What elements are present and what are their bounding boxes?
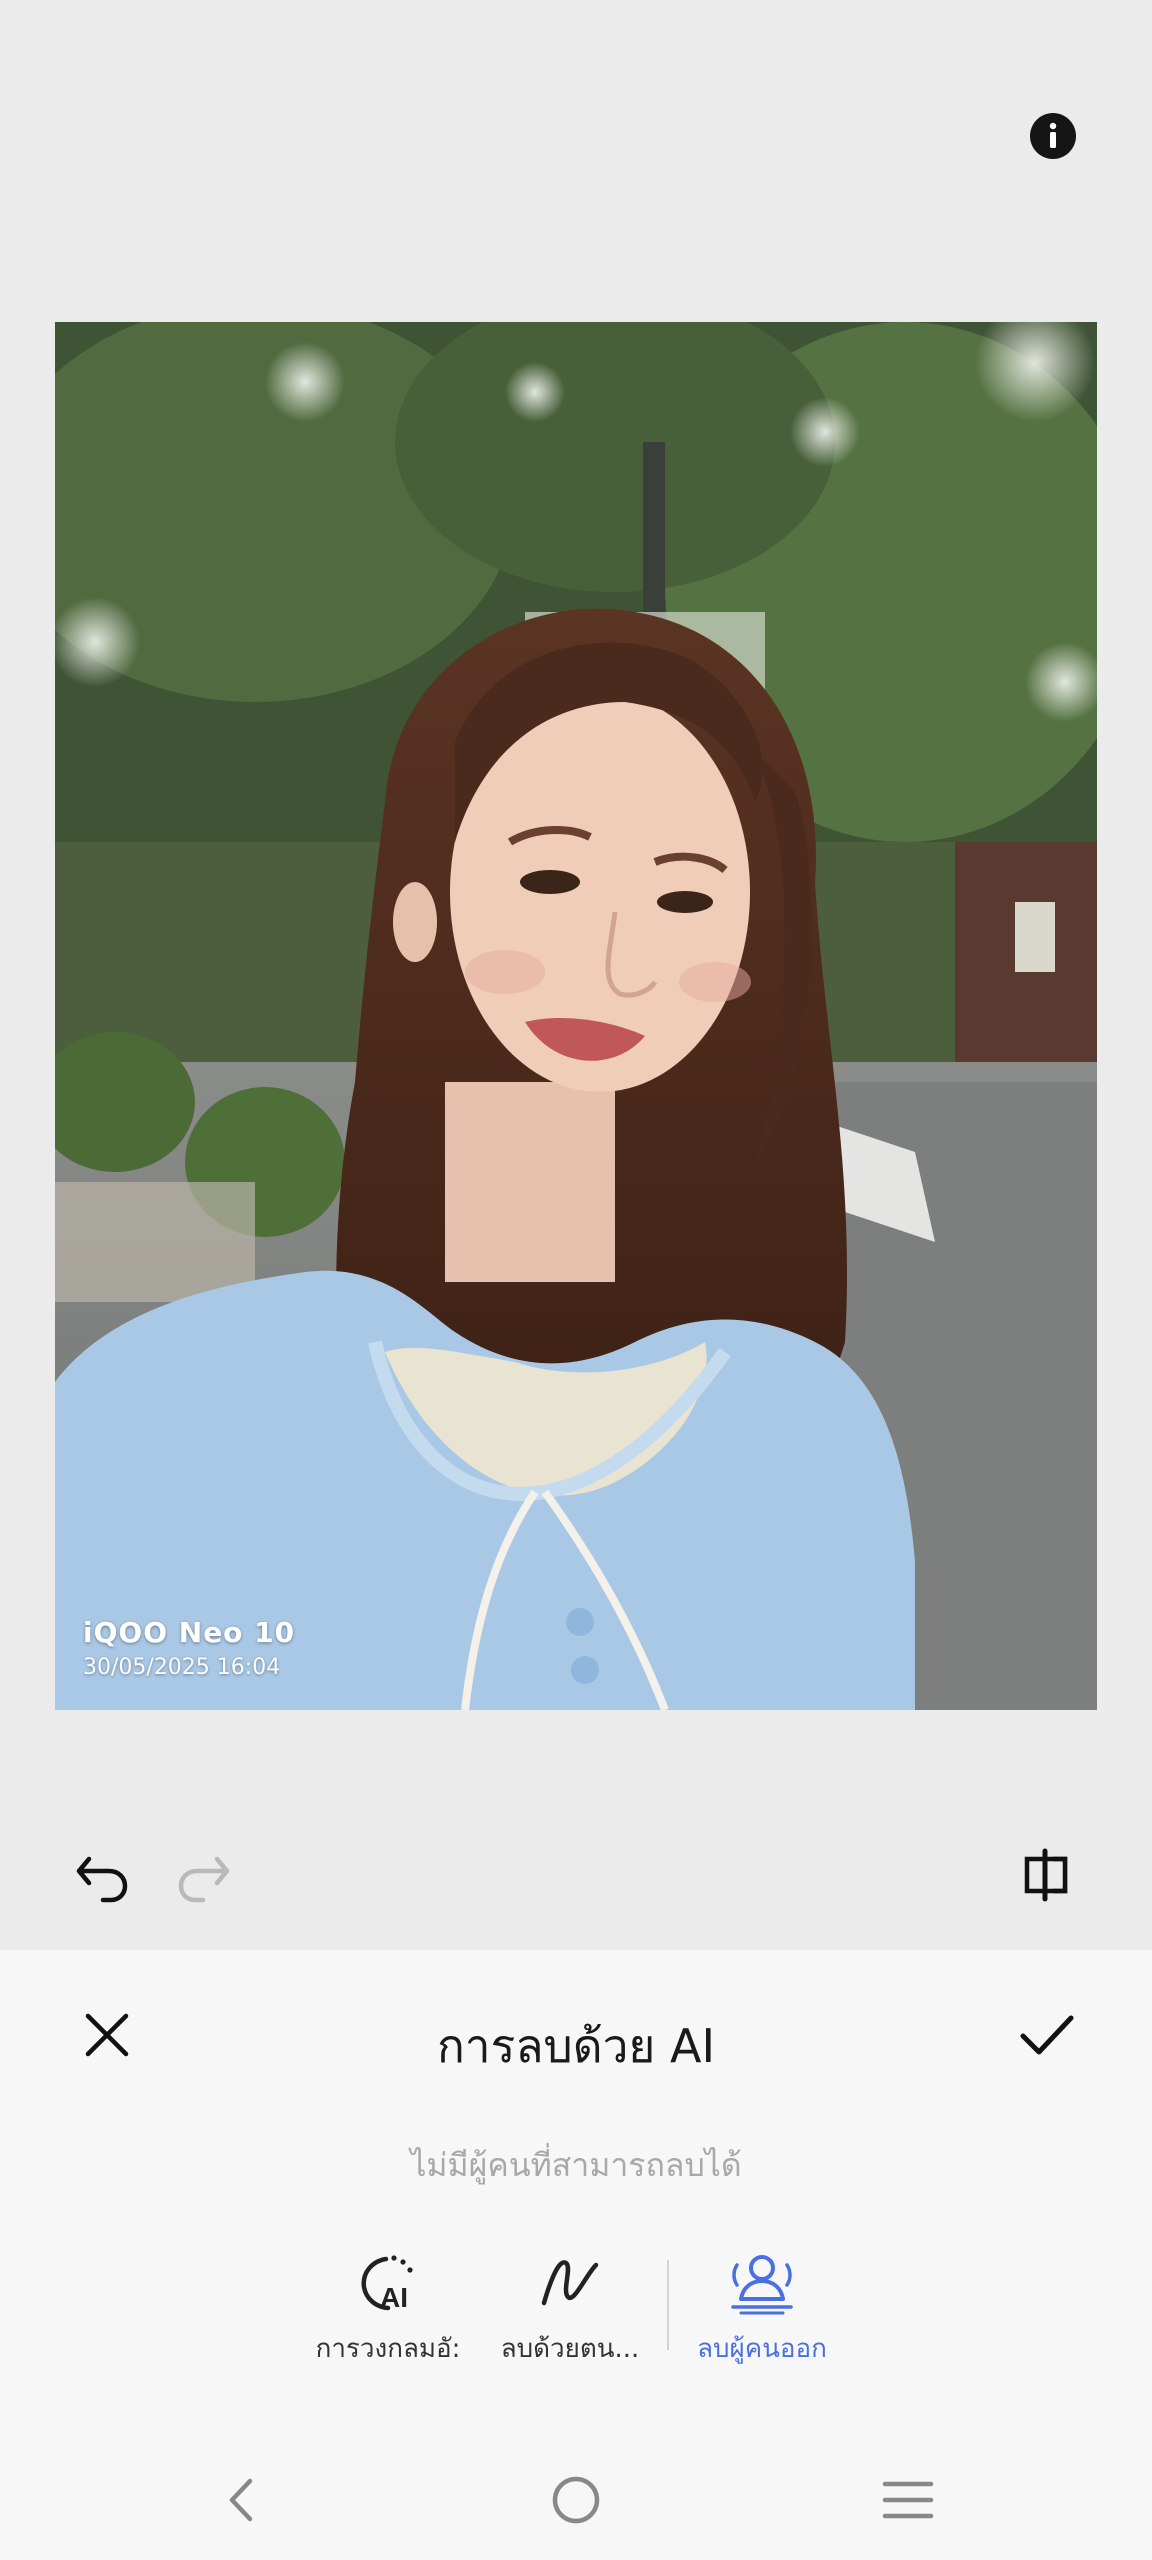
status-message: ไม่มีผู้คนที่สามารถลบได้ bbox=[410, 2146, 742, 2184]
mode-label: การวงกลมอั: bbox=[315, 2334, 461, 2364]
watermark-date: 30/05/2025 16:04 bbox=[83, 1655, 281, 1680]
photo-editor-screen: iQOO Neo 10 30/05/2025 16:04 การลบด้วย A… bbox=[0, 0, 1152, 2560]
undo-icon bbox=[76, 1856, 128, 1903]
mode-remove-people[interactable]: ลบผู้คนออก bbox=[672, 2248, 852, 2369]
mode-manual-erase[interactable]: ลบด้วยตน... bbox=[480, 2248, 660, 2369]
manual-erase-icon bbox=[541, 2260, 599, 2306]
menu-icon bbox=[882, 2481, 934, 2519]
photo-watermark: iQOO Neo 10 30/05/2025 16:04 bbox=[83, 1616, 295, 1680]
back-icon bbox=[229, 2478, 253, 2522]
mode-divider bbox=[667, 2260, 669, 2350]
compare-button[interactable] bbox=[1012, 1840, 1082, 1910]
confirm-button[interactable] bbox=[1012, 2000, 1082, 2070]
remove-people-icon bbox=[731, 2255, 793, 2315]
redo-button[interactable] bbox=[168, 1840, 238, 1910]
check-icon bbox=[1020, 2015, 1074, 2055]
watermark-brand: iQOO Neo 10 bbox=[83, 1616, 296, 1649]
nav-back-button[interactable] bbox=[202, 2460, 282, 2540]
compare-icon bbox=[1024, 1848, 1068, 1902]
ai-circle-icon: AI bbox=[361, 2255, 413, 2313]
mode-label: ลบด้วยตน... bbox=[500, 2334, 640, 2364]
portrait-image bbox=[55, 322, 1097, 1710]
info-button[interactable] bbox=[1030, 113, 1076, 159]
mode-ai-circle[interactable]: AI การวงกลมอั: bbox=[298, 2248, 478, 2369]
panel-title: การลบด้วย AI bbox=[436, 2019, 716, 2073]
nav-home-button[interactable] bbox=[536, 2460, 616, 2540]
info-icon bbox=[1049, 122, 1057, 148]
redo-icon bbox=[178, 1856, 230, 1903]
ai-erase-panel: การลบด้วย AI ไม่มีผู้คนที่สามารถลบได้ AI… bbox=[0, 1950, 1152, 2560]
home-icon bbox=[552, 2476, 600, 2524]
svg-text:AI: AI bbox=[380, 2282, 408, 2313]
edited-photo[interactable]: iQOO Neo 10 30/05/2025 16:04 bbox=[55, 322, 1097, 1710]
system-navbar bbox=[0, 2440, 1152, 2560]
mode-label: ลบผู้คนออก bbox=[697, 2334, 827, 2364]
nav-menu-button[interactable] bbox=[868, 2460, 948, 2540]
undo-button[interactable] bbox=[68, 1840, 138, 1910]
